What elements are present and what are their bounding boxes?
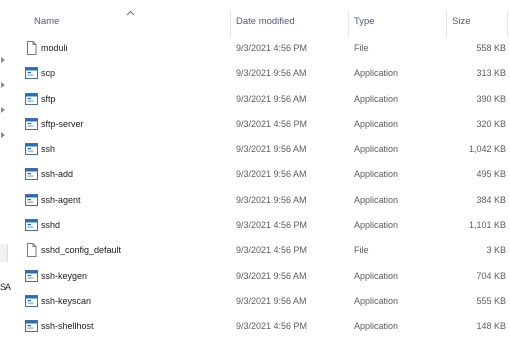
expand-chevron-icon[interactable] [1,107,5,113]
column-header-name[interactable]: Name [34,16,59,27]
column-header-size[interactable]: Size [452,16,470,27]
file-row[interactable]: scp 9/3/2021 9:56 AM Application 313 KB [10,60,510,85]
file-type: Application [354,169,399,180]
column-divider[interactable] [446,11,447,37]
file-name[interactable]: scp [41,67,55,79]
application-icon [25,294,38,308]
file-type: File [354,43,369,53]
file-row[interactable]: ssh-keygen 9/3/2021 9:56 AM Application … [10,263,510,288]
file-list: moduli 9/3/2021 4:56 PM File 558 KB scp … [10,35,510,339]
file-type: Application [354,295,399,306]
file-name[interactable]: ssh-keygen [41,270,87,282]
navigation-selected-item[interactable] [0,244,8,262]
file-row[interactable]: ssh-shellhost 9/3/2021 4:56 PM Applicati… [10,313,510,338]
file-date-modified: 9/3/2021 4:56 PM [236,321,308,332]
column-divider[interactable] [507,11,508,37]
file-size: 1,101 KB [468,220,506,231]
application-icon [25,319,38,333]
file-row[interactable]: sshd_config_default 9/3/2021 4:56 PM Fil… [10,237,510,262]
file-row[interactable]: ssh 9/3/2021 9:56 AM Application 1,042 K… [10,136,510,161]
file-type: Application [354,93,399,104]
file-type: Application [354,68,399,79]
file-name[interactable]: ssh-agent [41,194,81,206]
file-type: Application [354,270,399,281]
file-name[interactable]: sshd [41,219,60,231]
column-header-date-modified[interactable]: Date modified [236,16,295,27]
file-date-modified: 9/3/2021 4:56 PM [236,220,308,231]
file-type: Application [354,194,399,205]
file-icon [25,41,38,55]
file-type: Application [354,321,399,332]
file-name[interactable]: sshd_config_default [41,244,121,256]
file-name[interactable]: sftp [41,93,56,105]
file-date-modified: 9/3/2021 9:56 AM [236,194,307,205]
file-size: 390 KB [476,93,506,104]
file-size: 704 KB [476,270,506,281]
application-icon [25,193,38,207]
file-name[interactable]: ssh-add [41,168,73,180]
file-date-modified: 9/3/2021 9:56 AM [236,93,307,104]
file-name[interactable]: ssh [41,143,55,155]
file-type: Application [354,220,399,231]
column-divider[interactable] [348,11,349,37]
navigation-item-label[interactable]: SA [0,282,11,292]
file-type: File [354,245,369,256]
file-icon [25,243,38,258]
column-divider[interactable] [230,11,231,37]
application-icon [25,117,38,131]
file-date-modified: 9/3/2021 9:56 AM [236,169,307,180]
column-header-type[interactable]: Type [354,16,375,27]
file-size: 384 KB [476,194,506,205]
file-date-modified: 9/3/2021 4:56 PM [236,43,308,53]
file-name[interactable]: ssh-keyscan [41,295,91,307]
file-date-modified: 9/3/2021 4:56 PM [236,245,308,256]
expand-chevron-icon[interactable] [1,132,5,138]
file-size: 495 KB [476,169,506,180]
expand-chevron-icon[interactable] [1,57,5,63]
file-name[interactable]: sftp-server [41,118,84,130]
application-icon [25,142,38,156]
file-date-modified: 9/3/2021 9:56 AM [236,295,307,306]
file-date-modified: 9/3/2021 9:56 AM [236,144,307,155]
expand-chevron-icon[interactable] [1,82,5,88]
file-date-modified: 9/3/2021 9:56 AM [236,270,307,281]
application-icon [25,92,38,106]
file-row[interactable]: sftp-server 9/3/2021 4:56 PM Application… [10,111,510,136]
file-type: Application [354,118,399,129]
file-name[interactable]: moduli [41,42,68,54]
file-size: 3 KB [486,245,506,256]
navigation-pane: SA [0,0,11,338]
file-row[interactable]: ssh-keyscan 9/3/2021 9:56 AM Application… [10,288,510,313]
file-size: 555 KB [476,295,506,306]
application-icon [25,66,38,80]
file-row[interactable]: sftp 9/3/2021 9:56 AM Application 390 KB [10,86,510,111]
application-icon [25,218,38,232]
file-date-modified: 9/3/2021 9:56 AM [236,68,307,79]
application-icon [25,167,38,181]
file-row[interactable]: sshd 9/3/2021 4:56 PM Application 1,101 … [10,212,510,237]
file-size: 148 KB [476,321,506,332]
file-row[interactable]: ssh-add 9/3/2021 9:56 AM Application 495… [10,161,510,186]
application-icon [25,269,38,283]
file-size: 558 KB [476,43,506,53]
file-size: 320 KB [476,118,506,129]
sort-ascending-icon [126,10,135,16]
column-header-bar: Name Date modified Type Size [10,0,510,38]
file-date-modified: 9/3/2021 4:56 PM [236,118,308,129]
file-size: 1,042 KB [468,144,506,155]
file-row[interactable]: moduli 9/3/2021 4:56 PM File 558 KB [10,35,510,60]
file-row[interactable]: ssh-agent 9/3/2021 9:56 AM Application 3… [10,187,510,212]
file-name[interactable]: ssh-shellhost [41,320,94,332]
file-type: Application [354,144,399,155]
file-size: 313 KB [476,68,506,79]
